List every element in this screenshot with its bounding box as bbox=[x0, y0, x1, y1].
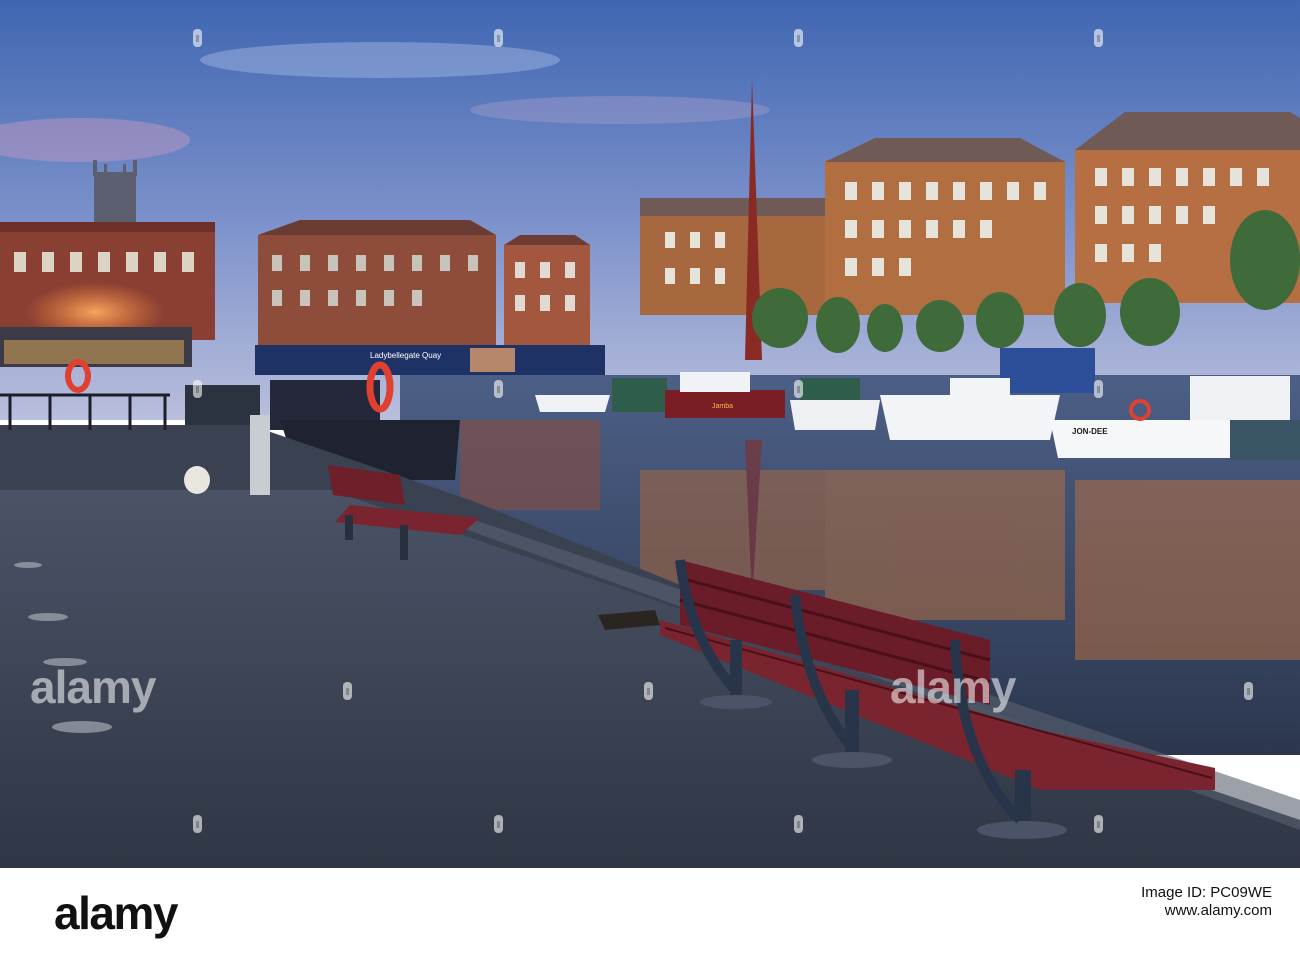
boat-name-jon-dee: JON-DEE bbox=[1072, 427, 1108, 436]
watermark-symbol bbox=[794, 815, 803, 833]
watermark-symbol bbox=[644, 682, 653, 700]
watermark-symbol bbox=[494, 815, 503, 833]
watermark-symbol bbox=[794, 380, 803, 398]
middle-warehouses bbox=[258, 220, 590, 347]
watermark-symbol bbox=[1094, 380, 1103, 398]
alamy-logo: alamy bbox=[54, 887, 178, 939]
watermark-symbol bbox=[1244, 682, 1253, 700]
watermark-symbol bbox=[193, 29, 202, 47]
watermark-logo: alamy bbox=[890, 661, 1016, 713]
watermark-symbol bbox=[193, 815, 202, 833]
watermark-logo: alamy bbox=[30, 661, 156, 713]
sign-title: Ladybellegate Quay bbox=[370, 351, 441, 360]
bollard bbox=[184, 466, 210, 494]
watermark-symbol bbox=[494, 29, 503, 47]
harbour-photo: Ladybellegate Quay Jamba JON-DEE alamy a… bbox=[0, 0, 1300, 868]
quay-sign: Ladybellegate Quay bbox=[255, 345, 605, 375]
watermark-symbol bbox=[343, 682, 352, 700]
attribution-banner: alamy Image ID: PC09WE www.alamy.com bbox=[0, 868, 1300, 957]
power-post bbox=[250, 415, 270, 495]
watermark-symbol bbox=[1094, 29, 1103, 47]
watermark-symbol bbox=[1094, 815, 1103, 833]
boat-name-jamba: Jamba bbox=[712, 403, 733, 410]
left-brick-building bbox=[0, 222, 215, 367]
site-url: www.alamy.com bbox=[1164, 902, 1272, 919]
watermark-symbol bbox=[794, 29, 803, 47]
watermark-symbol bbox=[494, 380, 503, 398]
watermark-symbol bbox=[193, 380, 202, 398]
image-id: Image ID: PC09WE bbox=[1141, 884, 1272, 901]
